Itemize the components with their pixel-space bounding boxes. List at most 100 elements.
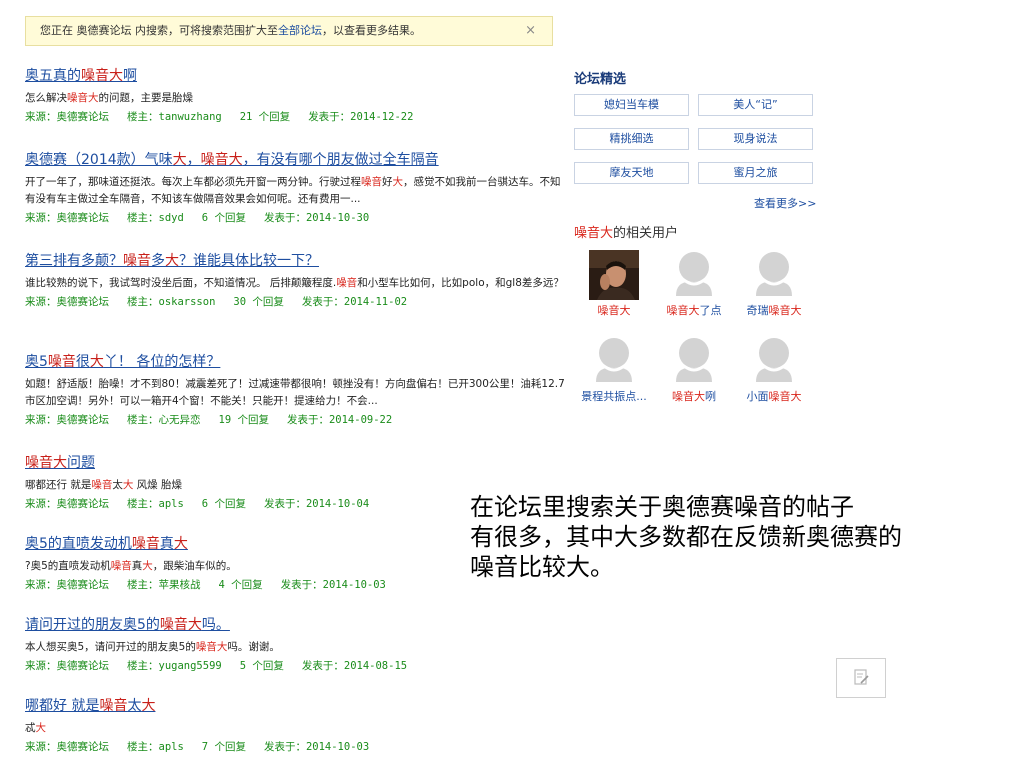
annotation-line-1: 在论坛里搜索关于奥德赛噪音的帖子 bbox=[470, 493, 854, 521]
result-meta: 来源：奥德赛论坛 楼主：tanwuzhang 21 个回复 发表于：2014-12-2… bbox=[25, 109, 565, 125]
result-title-link[interactable]: 哪都好 就是噪音太大 bbox=[25, 696, 565, 716]
see-more-link[interactable]: 查看更多>> bbox=[754, 195, 816, 211]
result-source: 来源：奥德赛论坛 bbox=[25, 111, 109, 123]
close-icon[interactable]: × bbox=[525, 17, 536, 45]
result-meta: 来源：奥德赛论坛 楼主：sdyd 6 个回复 发表于：2014-10-30 bbox=[25, 210, 565, 226]
text-segment: 丫！ 各位的怎样？ bbox=[103, 354, 221, 370]
result-title-link[interactable]: 奥五真的噪音大啊 bbox=[25, 66, 565, 86]
user-photo-avatar[interactable] bbox=[589, 250, 639, 300]
text-segment: 啊 bbox=[123, 68, 137, 84]
search-result: 奥五真的噪音大啊 怎么解决噪音大的问题，主要是胎燥 来源：奥德赛论坛 楼主：tanwu… bbox=[25, 66, 565, 125]
result-date: 发表于：2014-08-15 bbox=[301, 660, 408, 672]
text-segment: 谁比较熟的说下，我试驾时没坐后面，不知道情况。 后排颠簸程度. bbox=[25, 277, 337, 289]
text-segment: ，有没有哪个朋友做过全车隔音 bbox=[242, 152, 439, 168]
default-avatar-icon[interactable] bbox=[752, 336, 796, 382]
featured-button[interactable]: 精挑细选 bbox=[574, 128, 689, 150]
result-replies: 30 个回复 bbox=[233, 296, 284, 308]
result-author: 楼主：apls bbox=[127, 741, 184, 753]
result-title-link[interactable]: 奥5噪音很大丫！ 各位的怎样？ bbox=[25, 352, 565, 372]
user-name-suffix: 了点 bbox=[699, 304, 722, 317]
related-user[interactable]: 景程共振点... bbox=[574, 336, 654, 404]
keyword-highlight: 噪音 bbox=[91, 479, 113, 491]
result-replies: 19 个回复 bbox=[218, 414, 269, 426]
user-name-keyword: 噪音大 bbox=[672, 390, 705, 403]
text-segment: 很 bbox=[75, 354, 90, 370]
related-user[interactable]: 小面噪音大 bbox=[734, 336, 814, 404]
featured-button[interactable]: 美人“记” bbox=[698, 94, 813, 116]
result-replies: 7 个回复 bbox=[201, 741, 246, 753]
result-date: 发表于：2014-09-22 bbox=[286, 414, 393, 426]
text-segment: 请问开过的朋友奥5的 bbox=[25, 617, 160, 633]
result-author: 楼主：sdyd bbox=[127, 212, 184, 224]
text-segment: 和小型车比如何，比如polo，和gl8差多远？ bbox=[357, 277, 564, 289]
related-user[interactable]: 噪音大了点 bbox=[654, 250, 734, 318]
featured-button[interactable]: 摩友天地 bbox=[574, 162, 689, 184]
notice-suffix: ，以查看更多结果。 bbox=[322, 24, 421, 37]
result-title-link[interactable]: 请问开过的朋友奥5的噪音大吗。 bbox=[25, 615, 565, 635]
text-segment: 怎么解决 bbox=[25, 92, 67, 104]
text-segment: ， bbox=[186, 152, 201, 168]
text-segment: ?奥5的直喷发动机 bbox=[25, 560, 111, 572]
text-segment: 太 bbox=[112, 479, 123, 491]
result-title-link[interactable]: 奥德赛（2014款）气味大，噪音大，有没有哪个朋友做过全车隔音 bbox=[25, 150, 565, 170]
result-source: 来源：奥德赛论坛 bbox=[25, 660, 109, 672]
text-segment: 的问题，主要是胎燥 bbox=[98, 92, 194, 104]
search-scope-notice: 您正在 奥德赛论坛 内搜索，可将搜索范围扩大至全部论坛，以查看更多结果。 × bbox=[25, 16, 553, 46]
text-segment: 奥五真的 bbox=[25, 68, 81, 84]
keyword-highlight: 大 bbox=[142, 560, 153, 572]
default-avatar-icon[interactable] bbox=[752, 250, 796, 296]
default-avatar-icon[interactable] bbox=[592, 336, 636, 382]
annotation-line-3: 噪音比较大。 bbox=[470, 553, 614, 581]
related-user-name[interactable]: 小面噪音大 bbox=[734, 388, 814, 404]
edit-button[interactable] bbox=[836, 658, 886, 698]
text-segment: 哪都好 就是 bbox=[25, 698, 100, 714]
all-forums-link[interactable]: 全部论坛 bbox=[278, 24, 322, 37]
result-replies: 6 个回复 bbox=[201, 498, 246, 510]
related-user-name[interactable]: 噪音大咧 bbox=[654, 388, 734, 404]
result-title-link[interactable]: 第三排有多颠？噪音多大？谁能具体比较一下？ bbox=[25, 251, 565, 271]
result-date: 发表于：2014-10-03 bbox=[280, 579, 386, 591]
text-segment: ？谁能具体比较一下？ bbox=[179, 253, 319, 269]
user-name-prefix: 奇瑞 bbox=[746, 304, 769, 317]
result-source: 来源：奥德赛论坛 bbox=[25, 579, 109, 591]
notice-prefix: 您正在 奥德赛论坛 内搜索，可将搜索范围扩大至 bbox=[40, 24, 278, 37]
result-date: 发表于：2014-10-03 bbox=[263, 741, 370, 753]
default-avatar-icon[interactable] bbox=[672, 250, 716, 296]
keyword-highlight: 大 bbox=[141, 698, 156, 714]
text-segment: 吗。 bbox=[201, 617, 230, 633]
related-user-name[interactable]: 奇瑞噪音大 bbox=[734, 302, 814, 318]
user-name-prefix: 小面 bbox=[746, 390, 769, 403]
search-result: 哪都好 就是噪音太大 忒大 来源：奥德赛论坛 楼主：apls 7 个回复 发表于：2014… bbox=[25, 696, 565, 755]
result-title-link[interactable]: 噪音大问题 bbox=[25, 453, 565, 473]
result-meta: 来源：奥德赛论坛 楼主：oskarsson 30 个回复 发表于：2014-11-02 bbox=[25, 294, 565, 310]
related-users-label: 的相关用户 bbox=[613, 226, 679, 241]
user-name-keyword: 噪音大 bbox=[666, 304, 700, 317]
related-user[interactable]: 噪音大咧 bbox=[654, 336, 734, 404]
result-source: 来源：奥德赛论坛 bbox=[25, 296, 109, 308]
featured-button[interactable]: 蜜月之旅 bbox=[698, 162, 813, 184]
related-user-name[interactable]: 噪音大 bbox=[574, 302, 654, 318]
annotation-text: 在论坛里搜索关于奥德赛噪音的帖子 有很多，其中大多数都在反馈新奥德赛的 噪音比较… bbox=[470, 492, 1010, 582]
result-replies: 5 个回复 bbox=[239, 660, 284, 672]
related-user-name[interactable]: 噪音大了点 bbox=[654, 302, 734, 318]
user-name-keyword: 噪音大 bbox=[768, 390, 802, 403]
related-user[interactable]: 噪音大 bbox=[574, 250, 654, 318]
text-segment: 本人想买奥5，请问开过的朋友奥5的 bbox=[25, 641, 196, 653]
annotation-line-2: 有很多，其中大多数都在反馈新奥德赛的 bbox=[470, 523, 902, 551]
related-user-name[interactable]: 景程共振点... bbox=[574, 388, 654, 404]
result-date: 发表于：2014-12-22 bbox=[308, 111, 414, 123]
result-snippet: 谁比较熟的说下，我试驾时没坐后面，不知道情况。 后排颠簸程度.噪音和小型车比如何… bbox=[25, 275, 565, 292]
keyword-highlight: 噪音大 bbox=[159, 617, 202, 633]
result-date: 发表于：2014-10-04 bbox=[263, 498, 370, 510]
keyword-highlight: 大 bbox=[35, 722, 47, 734]
default-avatar-icon[interactable] bbox=[672, 336, 716, 382]
keyword-highlight: 噪音 bbox=[47, 354, 76, 370]
result-snippet: 怎么解决噪音大的问题，主要是胎燥 bbox=[25, 90, 565, 107]
featured-button[interactable]: 现身说法 bbox=[698, 128, 813, 150]
text-segment: 开了一年了，那味道还挺浓。每次上车都必须先开窗一两分钟。行驶过程 bbox=[25, 176, 361, 188]
related-user[interactable]: 奇瑞噪音大 bbox=[734, 250, 814, 318]
result-snippet: 忒大 bbox=[25, 720, 565, 737]
result-author: 楼主：苹果核战 bbox=[127, 579, 201, 591]
featured-button[interactable]: 媳妇当车模 bbox=[574, 94, 689, 116]
result-author: 楼主：yugang5599 bbox=[127, 660, 222, 672]
